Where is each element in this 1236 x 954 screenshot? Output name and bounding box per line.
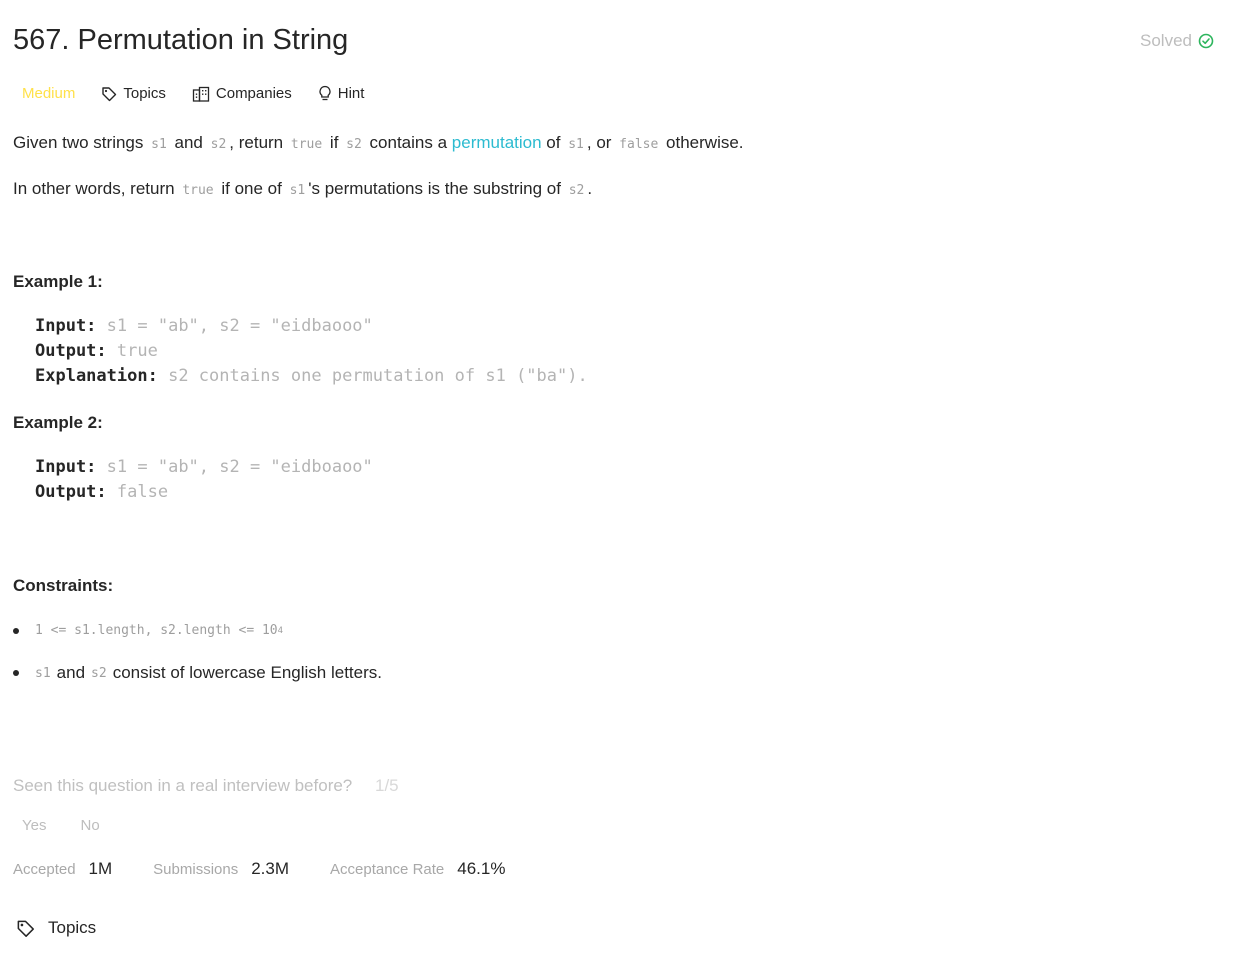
text: , or [586,133,612,152]
inline-code: s1 [289,183,306,198]
submissions-label: Submissions [153,861,239,878]
text: otherwise. [666,133,744,152]
submissions-value: 2.3M [251,859,290,878]
lightbulb-icon [319,85,331,101]
text: , return [229,133,284,152]
description-paragraph-2: In other words, return true if one of s1… [13,179,592,199]
example-2-block: Input: s1 = "ab", s2 = "eidboaoo" Output… [35,455,373,505]
interview-answer-group: Yes No [22,817,100,834]
companies-tag-label: Companies [215,85,292,102]
output-label: Output: [35,341,107,361]
text: 's permutations is the substring of [308,179,561,198]
explanation-label: Explanation: [35,366,158,386]
topics-tag-button[interactable]: Topics [101,85,166,102]
solved-label: Solved [1140,31,1192,50]
topics-tag-label: Topics [123,85,166,102]
interview-question: Seen this question in a real interview b… [13,776,399,796]
inline-code: s1 [151,137,167,152]
inline-code: 1 <= s1.length, s2.length <= 10 [35,623,278,638]
permutation-link[interactable]: permutation [452,133,542,152]
acceptance-rate-label: Acceptance Rate [330,861,445,878]
superscript: 4 [277,625,284,636]
text: Given two strings [13,133,144,152]
inline-code: s2 [210,137,227,152]
input-label: Input: [35,316,97,336]
acceptance-rate-value: 46.1% [457,859,506,878]
interview-question-text: Seen this question in a real interview b… [13,776,353,795]
example-1-heading: Example 1: [13,272,103,291]
check-circle-icon [1198,33,1214,49]
input-label: Input: [35,457,97,477]
description-paragraph-1: Given two strings s1 and s2, return true… [13,133,744,153]
input-value: s1 = "ab", s2 = "eidboaoo" [106,457,373,477]
output-value: true [116,341,158,361]
inline-code: s1 [35,665,51,681]
text: if [329,133,339,152]
text: of [546,133,561,152]
building-icon [192,86,210,102]
inline-code: true [182,183,214,198]
tag-icon [17,920,34,937]
yes-button[interactable]: Yes [22,817,46,834]
input-value: s1 = "ab", s2 = "eidbaooo" [106,316,373,336]
page-title: 567. Permutation in String [13,24,349,56]
text: if one of [221,179,282,198]
output-value: false [116,482,169,502]
inline-code: s2 [568,183,585,198]
inline-code: s2 [346,137,362,152]
text: and [174,133,203,152]
text: . [587,179,593,198]
difficulty-badge[interactable]: Medium [22,85,75,102]
inline-code: true [290,137,323,152]
inline-code: s2 [91,665,107,681]
topics-section-toggle[interactable]: Topics [16,918,96,938]
hint-tag-button[interactable]: Hint [318,85,365,102]
no-button[interactable]: No [80,817,99,834]
text: consist of lowercase English letters. [112,663,382,682]
example-2-heading: Example 2: [13,413,103,432]
topics-section-label: Topics [48,918,97,937]
explanation-value: s2 contains one permutation of s1 ("ba")… [168,366,588,386]
meta-bar: Medium Topics Companies Hint [22,85,390,102]
text: In other words, return [13,179,175,198]
tag-icon [102,86,117,101]
bullet [13,670,19,676]
accepted-value: 1M [88,859,113,878]
companies-tag-button[interactable]: Companies [192,85,292,102]
inline-code: false [619,137,659,152]
output-label: Output: [35,482,107,502]
interview-count: 1/5 [375,776,399,795]
text: contains a [369,133,448,152]
example-1-block: Input: s1 = "ab", s2 = "eidbaooo" Output… [35,314,588,389]
solved-status: Solved [1140,31,1214,51]
constraints-heading: Constraints: [13,576,114,595]
hint-tag-label: Hint [337,85,365,102]
bullet [13,627,19,634]
constraint-item-1: 1 <= s1.length, s2.length <= 10 4 [13,623,283,638]
accepted-label: Accepted [13,861,76,878]
constraint-item-2: s1 and s2 consist of lowercase English l… [13,663,382,683]
text: and [56,663,86,682]
stats-row: Accepted 1M Submissions 2.3M Acceptance … [13,859,505,879]
inline-code: s1 [568,137,584,152]
